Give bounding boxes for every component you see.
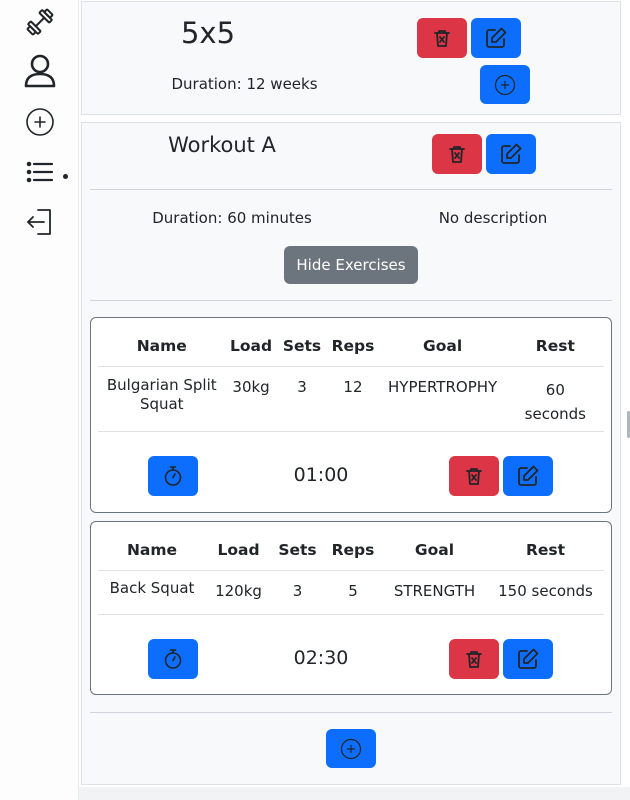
exercise-sets: 3 [276, 366, 328, 432]
add-circle-icon [340, 738, 362, 759]
column-header-name: Name [98, 326, 226, 367]
exercise-name: Bulgarian Split Squat [98, 366, 226, 432]
exercise-card: Name Load Sets Reps Goal Rest Back Squat… [90, 521, 612, 695]
active-indicator [63, 174, 68, 179]
workout-description: No description [438, 209, 548, 227]
delete-workout-button[interactable] [432, 134, 482, 174]
exercise-sets: 3 [271, 570, 324, 615]
sidebar [0, 0, 79, 800]
stopwatch-icon [164, 466, 182, 486]
dumbbell-icon [26, 8, 54, 36]
column-header-goal: Goal [382, 530, 487, 571]
edit-icon [486, 27, 507, 48]
edit-icon [518, 648, 539, 669]
column-header-load: Load [225, 326, 277, 367]
program-card: 5x5 Duration: 12 weeks [81, 1, 621, 115]
workout-duration: Duration: 60 minutes [152, 209, 312, 227]
exercise-reps: 12 [327, 366, 379, 432]
sidebar-item-list[interactable] [20, 154, 60, 190]
sidebar-item-add[interactable] [20, 104, 60, 140]
rest-timer: 02:30 [293, 647, 349, 669]
divider [90, 189, 612, 190]
logout-icon [27, 209, 51, 235]
exercise-goal: HYPERTROPHY [378, 366, 507, 432]
column-header-rest: Rest [487, 530, 604, 571]
exercise-reps: 5 [324, 570, 382, 615]
start-timer-button[interactable] [148, 639, 198, 679]
edit-exercise-button[interactable] [503, 456, 553, 496]
exercise-goal: STRENGTH [382, 570, 487, 615]
sidebar-item-profile[interactable] [20, 53, 60, 89]
list-icon [26, 161, 54, 183]
exercise-table: Name Load Sets Reps Goal Rest Bulgarian … [98, 326, 604, 432]
table-row: Back Squat 120kg 3 5 STRENGTH 150 second… [98, 570, 604, 615]
exercise-load: 120kg [206, 570, 271, 615]
exercise-rest: 150 seconds [487, 570, 604, 615]
column-header-goal: Goal [378, 326, 507, 367]
column-header-reps: Reps [324, 530, 382, 571]
sidebar-item-logout[interactable] [20, 204, 60, 240]
column-header-sets: Sets [276, 326, 328, 367]
delete-exercise-button[interactable] [449, 639, 499, 679]
sidebar-item-workouts[interactable] [20, 4, 60, 40]
column-header-reps: Reps [327, 326, 379, 367]
column-header-load: Load [206, 530, 271, 571]
column-header-name: Name [98, 530, 206, 571]
delete-exercise-button[interactable] [449, 456, 499, 496]
edit-icon [501, 143, 522, 164]
next-card-edge [79, 787, 630, 800]
exercise-rest: 60 seconds [506, 366, 604, 432]
edit-exercise-button[interactable] [503, 639, 553, 679]
edit-program-button[interactable] [471, 18, 521, 58]
add-workout-button[interactable] [480, 65, 530, 104]
program-title: 5x5 [180, 16, 236, 50]
delete-program-button[interactable] [417, 18, 467, 58]
edit-workout-button[interactable] [486, 134, 536, 174]
rest-timer: 01:00 [293, 464, 349, 486]
workout-card: Workout A Duration: 60 minutes No descri… [81, 122, 621, 785]
add-circle-icon [494, 74, 516, 95]
exercise-table: Name Load Sets Reps Goal Rest Back Squat… [98, 530, 604, 615]
trash-icon [449, 146, 465, 163]
exercise-name: Back Squat [98, 570, 206, 615]
toggle-exercises-button[interactable]: Hide Exercises [284, 246, 418, 284]
add-circle-icon [26, 108, 54, 136]
program-duration: Duration: 12 weeks [171, 75, 318, 93]
divider [90, 712, 612, 713]
user-icon [24, 54, 56, 88]
trash-icon [466, 651, 482, 668]
divider [90, 300, 612, 301]
exercise-card: Name Load Sets Reps Goal Rest Bulgarian … [90, 317, 612, 513]
column-header-sets: Sets [271, 530, 324, 571]
table-row: Bulgarian Split Squat 30kg 3 12 HYPERTRO… [98, 366, 604, 432]
trash-icon [434, 30, 450, 47]
column-header-rest: Rest [506, 326, 604, 367]
workout-title: Workout A [168, 133, 276, 157]
trash-icon [466, 468, 482, 485]
edit-icon [518, 465, 539, 486]
start-timer-button[interactable] [148, 456, 198, 496]
stopwatch-icon [164, 649, 182, 669]
exercise-load: 30kg [225, 366, 277, 432]
add-exercise-button[interactable] [326, 729, 376, 768]
